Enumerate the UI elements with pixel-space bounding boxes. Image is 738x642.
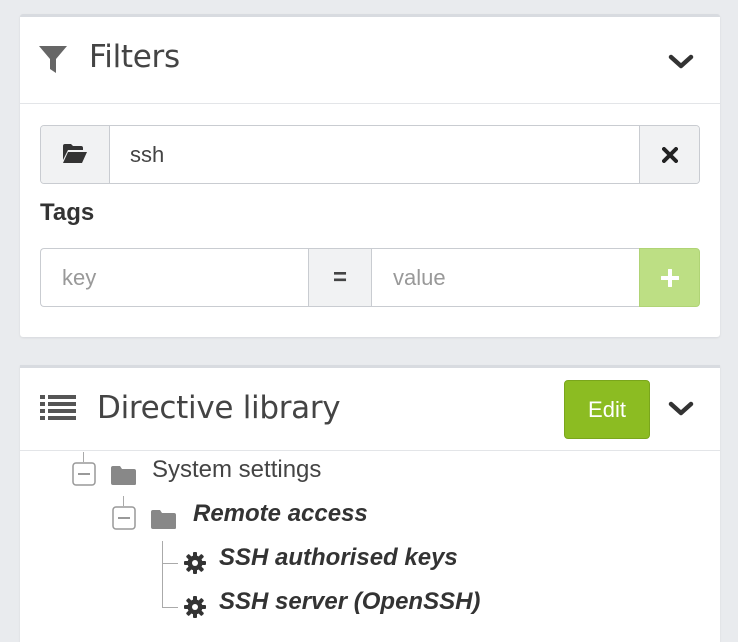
tree-connector (123, 496, 124, 506)
tree-connector (162, 607, 178, 608)
directive-label: SSH server (OpenSSH) (219, 588, 481, 615)
edit-button[interactable]: Edit (564, 380, 650, 439)
folder-open-icon (63, 144, 87, 163)
collapse-minus-icon[interactable] (72, 462, 96, 486)
tree-label-system-settings: System settings (152, 456, 322, 483)
gear-icon (184, 596, 206, 618)
search-input[interactable] (110, 126, 640, 183)
folder-browse-button[interactable] (41, 126, 110, 183)
folder-icon (151, 510, 176, 529)
collapse-minus-icon[interactable] (112, 506, 136, 530)
filter-icon (39, 46, 67, 73)
tags-label: Tags (40, 199, 95, 226)
gear-icon (184, 552, 206, 574)
tree-label-remote-access: Remote access (193, 500, 368, 527)
clear-search-button[interactable] (639, 126, 699, 183)
chevron-down-icon[interactable] (668, 54, 694, 70)
list-icon (40, 395, 76, 420)
directive-library-panel: Directive library Edit System settings R… (20, 365, 720, 642)
tree-connector (83, 452, 84, 462)
tag-operator: = (308, 248, 372, 307)
add-tag-button[interactable] (639, 248, 700, 307)
directive-library-header[interactable]: Directive library Edit (20, 368, 720, 451)
filters-header[interactable]: Filters (20, 17, 720, 104)
filters-title: Filters (89, 39, 180, 75)
tag-value-input[interactable] (372, 248, 640, 307)
tag-key-input[interactable] (40, 248, 308, 307)
folder-icon (111, 466, 136, 485)
close-icon (662, 147, 678, 163)
tree-connector (162, 563, 178, 564)
chevron-down-icon[interactable] (668, 401, 694, 417)
tree-connector (162, 541, 163, 608)
directive-library-title: Directive library (97, 390, 341, 426)
search-row (40, 125, 700, 184)
plus-icon (661, 269, 679, 287)
filters-panel: Filters Tags = (20, 14, 720, 337)
directive-label: SSH authorised keys (219, 544, 458, 571)
